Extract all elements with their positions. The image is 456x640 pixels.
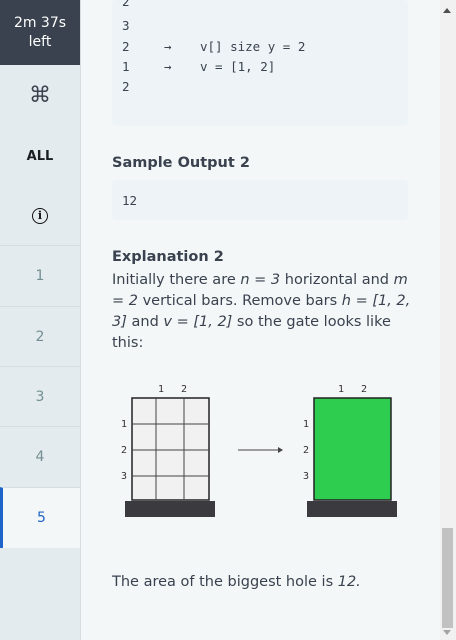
arrow-icon: →: [164, 39, 172, 54]
scroll-down-icon[interactable]: [443, 630, 451, 635]
code-comment: v = [1, 2]: [200, 59, 276, 74]
sidebar-item-question-3[interactable]: 3: [0, 366, 80, 427]
result-text: The area of the biggest hole is 12.: [112, 574, 361, 590]
scroll-up-icon[interactable]: [443, 8, 451, 13]
arrow-icon: →: [164, 59, 172, 74]
explanation-title: Explanation 2: [112, 249, 224, 265]
sidebar-item-question-1[interactable]: 1: [0, 245, 80, 306]
sidebar-item-info[interactable]: i: [0, 190, 80, 242]
gate-base: [307, 501, 397, 517]
code-line-value: 1: [122, 59, 130, 74]
column-label: 1: [158, 384, 164, 395]
sidebar: 2m 37s left ⌘ ALL i 1 2 3 4 5: [0, 0, 81, 640]
row-label: 3: [121, 471, 127, 482]
gate-base: [125, 501, 215, 517]
row-label: 3: [303, 471, 309, 482]
gate-diagram: 1 2 1 2 3 1 2 1 2 3: [121, 384, 397, 517]
column-label: 1: [338, 384, 344, 395]
command-icon[interactable]: ⌘: [0, 65, 80, 125]
time-remaining: 2m 37s left: [0, 0, 80, 65]
row-label: 2: [303, 445, 309, 456]
code-line-value: 2: [122, 39, 130, 54]
explanation-text: Initially there are n = 3 horizontal and…: [112, 272, 411, 351]
code-comment: v[] size y = 2: [200, 39, 306, 54]
sample-output-title: Sample Output 2: [112, 155, 250, 171]
column-label: 2: [181, 384, 187, 395]
sidebar-item-all[interactable]: ALL: [0, 128, 80, 184]
original-gate: [131, 397, 210, 501]
problem-content: 2 3 2 → v[] size y = 2 1 → v = [1, 2] 2 Samp…: [80, 0, 440, 640]
row-label: 1: [121, 419, 127, 430]
sidebar-item-question-2[interactable]: 2: [0, 306, 80, 367]
column-label: 2: [361, 384, 367, 395]
sidebar-item-question-5[interactable]: 5: [0, 487, 80, 548]
code-line-value: 2: [122, 0, 130, 9]
sidebar-item-question-4[interactable]: 4: [0, 426, 80, 487]
info-icon: i: [32, 208, 48, 224]
sample-output-box: 12: [112, 180, 408, 220]
code-line-value: 2: [122, 79, 130, 94]
merged-hole: [313, 397, 392, 501]
code-line-value: 3: [122, 18, 130, 33]
row-label: 2: [121, 445, 127, 456]
timer-suffix: left: [28, 33, 52, 50]
sample-input-box: 2 3 2 → v[] size y = 2 1 → v = [1, 2] 2: [112, 0, 408, 126]
sample-output-value: 12: [122, 193, 138, 208]
row-label: 1: [303, 419, 309, 430]
scrollbar-thumb[interactable]: [442, 528, 453, 628]
timer-value: 2m 37s: [13, 14, 67, 31]
